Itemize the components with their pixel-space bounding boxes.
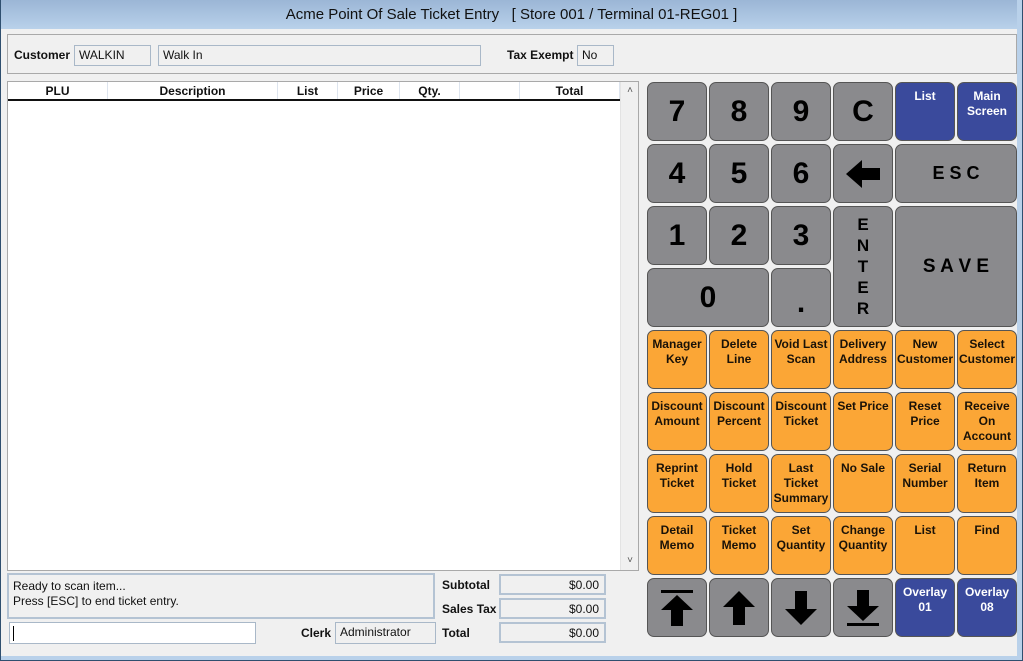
serial-number-button[interactable]: Serial Number [895, 454, 955, 513]
select-customer-button[interactable]: Select Customer [957, 330, 1017, 389]
column-price[interactable]: Price [338, 82, 400, 99]
scroll-up-icon[interactable]: ˄ [621, 82, 639, 100]
customer-label: Customer [14, 48, 71, 62]
list-button[interactable]: List [895, 516, 955, 575]
key-5[interactable]: 5 [709, 144, 769, 203]
discount-percent-button[interactable]: Discount Percent [709, 392, 769, 451]
window-title: Acme Point Of Sale Ticket Entry [ Store … [285, 6, 738, 23]
last-line-button[interactable] [833, 578, 893, 637]
column-total[interactable]: Total [520, 82, 620, 99]
discount-amount-button[interactable]: Discount Amount [647, 392, 707, 451]
clear-button[interactable]: C [833, 82, 893, 141]
reprint-ticket-button[interactable]: Reprint Ticket [647, 454, 707, 513]
scroll-down-icon[interactable]: ˅ [621, 552, 639, 570]
title-bar: Acme Point Of Sale Ticket Entry [ Store … [1, 0, 1022, 29]
list-button[interactable]: List [895, 82, 955, 141]
detail-memo-button[interactable]: Detail Memo [647, 516, 707, 575]
key-4[interactable]: 4 [647, 144, 707, 203]
discount-ticket-button[interactable]: Discount Ticket [771, 392, 831, 451]
clerk-label: Clerk [301, 626, 332, 640]
clerk-field: Administrator [335, 622, 436, 644]
return-item-button[interactable]: Return Item [957, 454, 1017, 513]
pos-window: Acme Point Of Sale Ticket Entry [ Store … [0, 0, 1023, 661]
subtotal-label: Subtotal [442, 578, 490, 592]
subtotal-value: $0.00 [499, 574, 606, 595]
prev-line-button[interactable] [709, 578, 769, 637]
grid-header: PLU Description List Price Qty. Total [8, 82, 620, 101]
status-message: Ready to scan item... Press [ESC] to end… [7, 573, 435, 619]
customer-panel: Customer WALKIN Walk In Tax Exempt No [7, 34, 1017, 74]
column-list[interactable]: List [278, 82, 338, 99]
key-9[interactable]: 9 [771, 82, 831, 141]
new-customer-button[interactable]: New Customer [895, 330, 955, 389]
ticket-grid: PLU Description List Price Qty. Total ˄ … [7, 81, 639, 571]
no-sale-button[interactable]: No Sale [833, 454, 893, 513]
sales-tax-value: $0.00 [499, 598, 606, 619]
decimal-key[interactable]: . [771, 268, 831, 327]
column-description[interactable]: Description [108, 82, 278, 99]
overlay-08-button[interactable]: Overlay 08 [957, 578, 1017, 637]
status-line-1: Ready to scan item... [13, 579, 126, 593]
enter-button[interactable]: E N T E R [833, 206, 893, 327]
set-price-button[interactable]: Set Price [833, 392, 893, 451]
key-8[interactable]: 8 [709, 82, 769, 141]
text-caret [13, 626, 14, 641]
total-label: Total [442, 626, 470, 640]
grid-scrollbar[interactable]: ˄ ˅ [620, 82, 638, 570]
key-0[interactable]: 0 [647, 268, 769, 327]
window-border-right [1017, 0, 1022, 660]
arrow-down-icon [785, 590, 817, 625]
reset-price-button[interactable]: Reset Price [895, 392, 955, 451]
customer-code-field[interactable]: WALKIN [74, 45, 151, 66]
overlay-01-button[interactable]: Overlay 01 [895, 578, 955, 637]
arrow-left-icon [846, 159, 880, 188]
change-quantity-button[interactable]: Change Quantity [833, 516, 893, 575]
save-button[interactable]: S A V E [895, 206, 1017, 327]
tax-exempt-field[interactable]: No [577, 45, 614, 66]
next-line-button[interactable] [771, 578, 831, 637]
arrow-to-bottom-icon [847, 589, 879, 626]
arrow-to-top-icon [661, 589, 693, 626]
sales-tax-label: Sales Tax [442, 602, 497, 616]
tax-exempt-label: Tax Exempt [507, 48, 574, 62]
column-blank [460, 82, 520, 99]
status-line-2: Press [ESC] to end ticket entry. [13, 594, 179, 608]
total-value: $0.00 [499, 622, 606, 643]
find-button[interactable]: Find [957, 516, 1017, 575]
main-screen-button[interactable]: Main Screen [957, 82, 1017, 141]
hold-ticket-button[interactable]: Hold Ticket [709, 454, 769, 513]
key-3[interactable]: 3 [771, 206, 831, 265]
column-qty[interactable]: Qty. [400, 82, 460, 99]
delivery-address-button[interactable]: Delivery Address [833, 330, 893, 389]
column-plu[interactable]: PLU [8, 82, 108, 99]
customer-name-field[interactable]: Walk In [158, 45, 481, 66]
first-line-button[interactable] [647, 578, 707, 637]
window-border-bottom [1, 656, 1022, 660]
receive-on-account-button[interactable]: Receive On Account [957, 392, 1017, 451]
key-1[interactable]: 1 [647, 206, 707, 265]
scan-input[interactable] [9, 622, 256, 644]
esc-button[interactable]: E S C [895, 144, 1017, 203]
ticket-memo-button[interactable]: Ticket Memo [709, 516, 769, 575]
key-6[interactable]: 6 [771, 144, 831, 203]
manager-key-button[interactable]: Manager Key [647, 330, 707, 389]
key-2[interactable]: 2 [709, 206, 769, 265]
delete-line-button[interactable]: Delete Line [709, 330, 769, 389]
last-ticket-summary-button[interactable]: Last Ticket Summary [771, 454, 831, 513]
arrow-up-icon [723, 590, 755, 625]
backspace-button[interactable] [833, 144, 893, 203]
key-7[interactable]: 7 [647, 82, 707, 141]
void-last-scan-button[interactable]: Void Last Scan [771, 330, 831, 389]
set-quantity-button[interactable]: Set Quantity [771, 516, 831, 575]
